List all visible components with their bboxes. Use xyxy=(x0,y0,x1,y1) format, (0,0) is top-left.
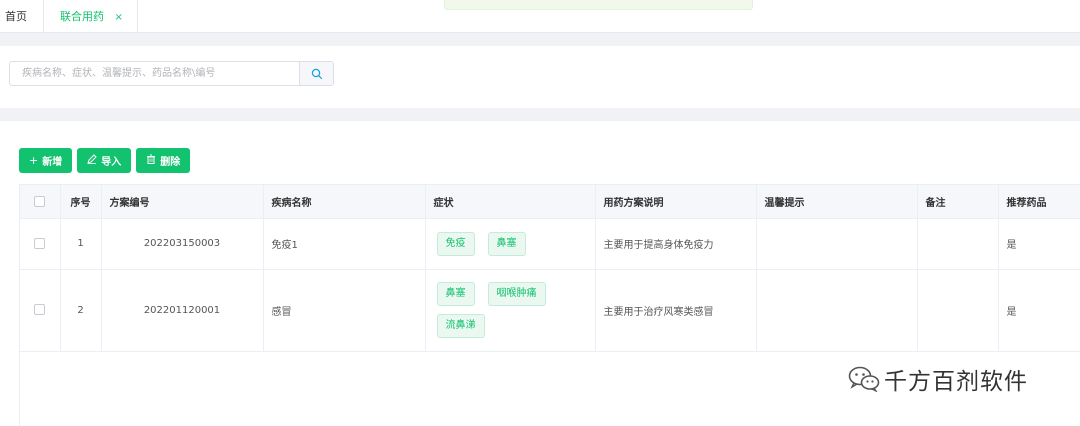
search-button[interactable] xyxy=(299,62,333,85)
row-select-cell xyxy=(20,269,61,352)
column-header[interactable]: 方案编号 xyxy=(101,185,264,219)
search-icon xyxy=(311,68,322,79)
symptom-tag: 流鼻涕 xyxy=(436,314,485,338)
import-button[interactable]: 导入 xyxy=(77,148,132,173)
table-header-row: 序号 方案编号 疾病名称 症状 用药方案说明 温馨提示 备注 推荐药品 xyxy=(20,185,1080,219)
plus-icon: + xyxy=(29,154,39,167)
delete-button[interactable]: 删除 xyxy=(136,148,191,173)
column-header[interactable]: 用药方案说明 xyxy=(595,185,757,219)
row-select-cell xyxy=(20,218,61,270)
tab-label: 联合用药 xyxy=(60,10,104,23)
symptom-tag: 鼻塞 xyxy=(436,282,475,306)
column-header[interactable]: 疾病名称 xyxy=(263,185,426,219)
column-header[interactable]: 温馨提示 xyxy=(756,185,918,219)
import-label: 导入 xyxy=(101,157,122,168)
symptom-tag: 免疫 xyxy=(436,231,475,256)
tips-cell xyxy=(756,269,918,352)
section-divider xyxy=(0,33,1080,46)
row-index: 2 xyxy=(60,269,102,352)
column-header[interactable]: 备注 xyxy=(917,185,999,219)
symptom-tag: 咽喉肿痛 xyxy=(487,282,546,306)
symptoms-cell: 鼻塞 咽喉肿痛 流鼻涕 xyxy=(425,269,596,352)
search-input[interactable] xyxy=(10,62,300,85)
tips-cell xyxy=(756,218,918,270)
disease-name: 免疫1 xyxy=(263,218,426,270)
row-index: 1 xyxy=(60,218,102,270)
remark-cell xyxy=(917,218,999,270)
toolbar: + 新增 导入 删除 xyxy=(19,148,191,173)
select-all-checkbox[interactable] xyxy=(34,195,46,207)
column-header[interactable]: 症状 xyxy=(425,185,596,219)
recommend-cell: 是 xyxy=(998,218,1080,270)
plan-code: 202201120001 xyxy=(101,269,264,352)
column-header[interactable]: 序号 xyxy=(60,185,102,219)
plan-description: 主要用于治疗风寒类感冒 xyxy=(595,269,757,352)
symptom-tag: 鼻塞 xyxy=(487,231,526,256)
add-label: 新增 xyxy=(42,157,63,168)
disease-name: 感冒 xyxy=(263,269,426,352)
row-checkbox[interactable] xyxy=(34,237,46,249)
tab-bar: 首页 联合用药 × xyxy=(0,0,1080,33)
tab-home[interactable]: 首页 xyxy=(0,0,44,33)
table-row[interactable]: 2 202201120001 感冒 鼻塞 咽喉肿痛 流鼻涕 主要用于治疗风寒类感冒 … xyxy=(20,269,1080,352)
toast-message xyxy=(444,0,753,10)
edit-icon xyxy=(87,154,97,167)
symptoms-cell: 免疫 鼻塞 xyxy=(425,218,596,270)
remark-cell xyxy=(917,269,999,352)
column-header[interactable]: 推荐药品 xyxy=(998,185,1080,219)
recommend-cell: 是 xyxy=(998,269,1080,352)
close-icon[interactable]: × xyxy=(115,1,123,34)
select-all-cell xyxy=(20,185,61,219)
row-checkbox[interactable] xyxy=(34,304,46,316)
trash-icon xyxy=(146,154,156,167)
watermark-text: 千方百剂软件 xyxy=(884,369,1028,395)
plan-code: 202203150003 xyxy=(101,218,264,270)
wechat-icon xyxy=(848,366,880,392)
add-button[interactable]: + 新增 xyxy=(19,148,73,173)
tab-combined-medication[interactable]: 联合用药 × xyxy=(44,0,138,33)
plan-description: 主要用于提高身体免疫力 xyxy=(595,218,757,270)
search-box xyxy=(9,61,334,86)
table-row[interactable]: 1 202203150003 免疫1 免疫 鼻塞 主要用于提高身体免疫力 是 xyxy=(20,218,1080,270)
delete-label: 删除 xyxy=(160,157,181,168)
watermark: 千方百剂软件 xyxy=(848,362,1028,396)
section-divider xyxy=(0,108,1080,121)
search-area xyxy=(0,46,1080,108)
